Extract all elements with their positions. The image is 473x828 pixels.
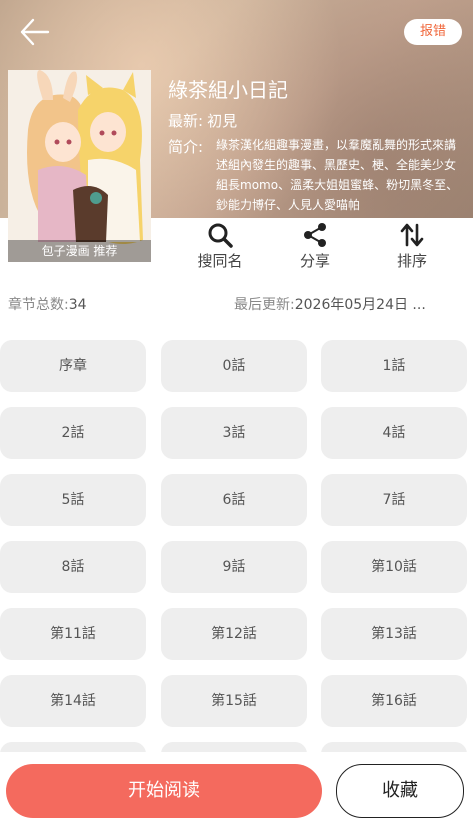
- search-same-name-label: 搜同名: [197, 252, 243, 270]
- search-same-name-button[interactable]: 搜同名: [185, 222, 255, 271]
- chapter-button[interactable]: 第15話: [161, 675, 307, 727]
- favorite-button[interactable]: 收藏: [336, 764, 464, 818]
- chapter-button[interactable]: 第13話: [321, 608, 467, 660]
- report-error-button[interactable]: 报错: [404, 19, 462, 45]
- chapter-button[interactable]: 7話: [321, 474, 467, 526]
- back-arrow-icon[interactable]: [18, 17, 52, 47]
- chapter-button[interactable]: 0話: [161, 340, 307, 392]
- chapter-button-partial[interactable]: [321, 742, 467, 752]
- chapter-button[interactable]: 第10話: [321, 541, 467, 593]
- chapter-button[interactable]: 5話: [0, 474, 146, 526]
- sort-button[interactable]: 排序: [377, 222, 447, 271]
- chapter-button[interactable]: 序章: [0, 340, 146, 392]
- latest-chapter[interactable]: 最新: 初見: [168, 110, 237, 131]
- action-bar: 搜同名 分享 排序: [185, 222, 473, 276]
- chapter-button-partial[interactable]: [161, 742, 307, 752]
- chapter-button[interactable]: 第12話: [161, 608, 307, 660]
- last-updated-label: 最后更新:: [234, 297, 295, 313]
- start-reading-button[interactable]: 开始阅读: [6, 764, 322, 818]
- chapter-button[interactable]: 2話: [0, 407, 146, 459]
- chapter-count: 章节总数:34: [8, 294, 87, 314]
- chapter-button[interactable]: 第14話: [0, 675, 146, 727]
- bottom-bar: 开始阅读 收藏: [0, 752, 473, 828]
- share-label: 分享: [299, 252, 330, 270]
- latest-value: 初見: [207, 112, 238, 130]
- chapter-button[interactable]: 第16話: [321, 675, 467, 727]
- chapter-button[interactable]: 1話: [321, 340, 467, 392]
- cover-caption: 包子漫画 推荐: [8, 240, 151, 262]
- intro-label: 简介:: [168, 138, 204, 156]
- chapter-button[interactable]: 4話: [321, 407, 467, 459]
- sort-label: 排序: [396, 252, 427, 270]
- last-updated-value: 2026年05月24日 ...: [294, 297, 426, 313]
- share-icon: [304, 223, 326, 247]
- chapter-count-label: 章节总数:: [8, 297, 69, 313]
- chapter-button[interactable]: 8話: [0, 541, 146, 593]
- chapter-button[interactable]: 9話: [161, 541, 307, 593]
- chapter-button[interactable]: 第11話: [0, 608, 146, 660]
- chapter-button[interactable]: 6話: [161, 474, 307, 526]
- chapter-grid: 序章 0話 1話 2話 3話 4話 5話 6話 7話 8話 9話 第10話 第1…: [0, 340, 473, 752]
- sort-icon: [400, 223, 424, 247]
- cover-image[interactable]: 包子漫画 推荐: [8, 70, 151, 262]
- chapter-button-partial[interactable]: [0, 742, 146, 752]
- cover-illustration: [8, 70, 151, 262]
- comic-title: 綠茶組小日記: [168, 78, 288, 102]
- chapter-count-value: 34: [68, 297, 87, 313]
- share-button[interactable]: 分享: [280, 222, 350, 271]
- latest-label: 最新:: [168, 112, 204, 130]
- search-icon: [208, 223, 233, 248]
- intro-text: 綠茶漢化組趣事漫畫，以羣魔亂舞的形式來講述組內發生的趣事、黑歷史、梗、全能美少女…: [216, 138, 459, 212]
- last-updated: 最后更新:2026年05月24日 ...: [234, 294, 426, 314]
- chapter-button[interactable]: 3話: [161, 407, 307, 459]
